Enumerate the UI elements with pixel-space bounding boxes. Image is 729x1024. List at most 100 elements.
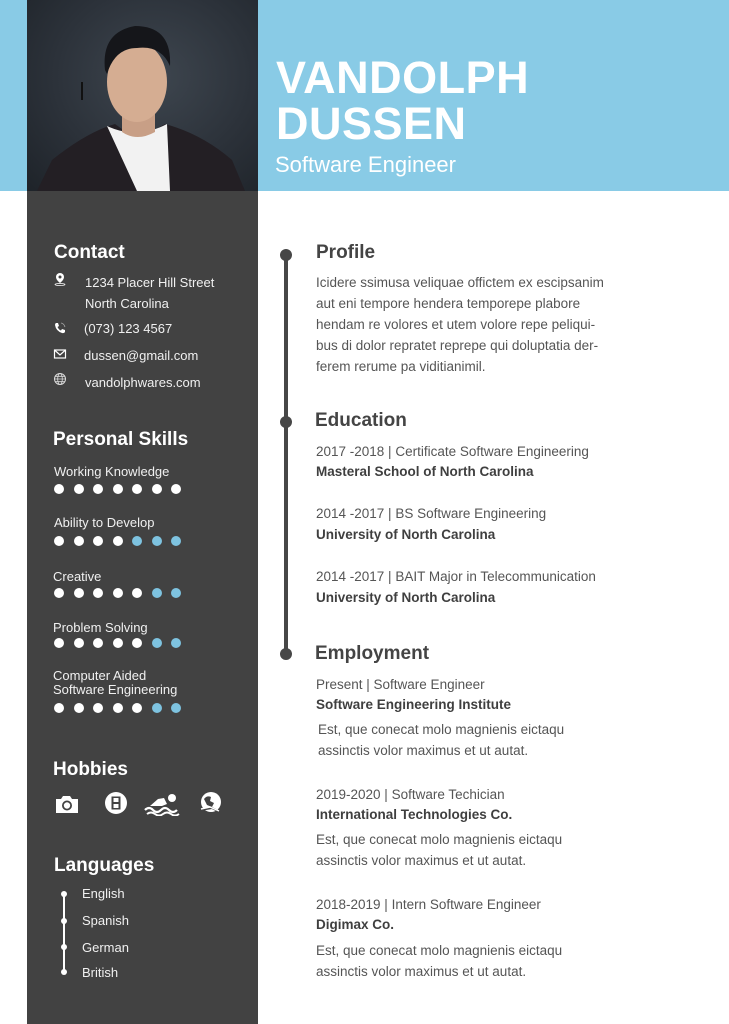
employment-company: Software Engineering Institute bbox=[316, 697, 512, 712]
skill-dot-filled bbox=[73, 484, 84, 494]
skill-label: Computer Aided Software Engineering bbox=[53, 669, 177, 697]
skill-dot-empty bbox=[151, 638, 162, 648]
skill-dot-filled bbox=[112, 703, 123, 713]
employment-description: Est, que conecat molo magnienis eictaqu … bbox=[318, 719, 564, 761]
language-item: Spanish bbox=[82, 913, 129, 928]
hobbies-heading: Hobbies bbox=[53, 759, 128, 780]
skill-dot-filled bbox=[151, 484, 162, 494]
timeline-dot-education bbox=[280, 416, 292, 428]
employment-heading: Employment bbox=[315, 643, 430, 664]
film-icon bbox=[105, 792, 127, 814]
skill-dot-filled bbox=[132, 484, 142, 494]
contact-address-line1: 1234 Placer Hill Street bbox=[85, 275, 215, 290]
profile-line: aut eni tempore hendera temporepe plabor… bbox=[316, 296, 581, 311]
skill-dot-filled bbox=[73, 588, 84, 598]
employment-description: Est, que conecat molo magnienis eictaqu … bbox=[316, 940, 562, 982]
education-heading: Education bbox=[315, 410, 407, 431]
skill-dot-filled bbox=[112, 536, 123, 546]
education-school: Masteral School of North Carolina bbox=[316, 464, 534, 479]
description-line: assinctis volor maximus et ut autat. bbox=[316, 853, 527, 868]
skill-dot-filled bbox=[54, 703, 64, 713]
language-bullet bbox=[60, 891, 67, 897]
name-first: VANDOLPH bbox=[276, 52, 530, 103]
skill-dot-empty bbox=[151, 588, 162, 598]
language-item: English bbox=[82, 886, 125, 901]
employment-period: 2019-2020 | Software Techician bbox=[316, 787, 505, 802]
skill-dot-filled bbox=[93, 484, 103, 494]
main-timeline bbox=[284, 255, 288, 655]
skill-dot-empty bbox=[151, 703, 162, 713]
skill-dot-empty bbox=[171, 703, 181, 713]
travel-globe-icon bbox=[199, 792, 221, 813]
skill-label-line: Computer Aided bbox=[53, 668, 147, 683]
skill-dot-filled bbox=[73, 703, 84, 713]
skills-heading: Personal Skills bbox=[53, 429, 189, 450]
mail-icon bbox=[53, 349, 67, 359]
employment-company: Digimax Co. bbox=[316, 917, 395, 932]
skill-dot-filled bbox=[132, 703, 142, 713]
contact-heading: Contact bbox=[54, 242, 125, 263]
skill-dot-filled bbox=[132, 638, 142, 648]
contact-website[interactable]: vandolphwares.com bbox=[85, 375, 201, 390]
education-school: University of North Carolina bbox=[316, 590, 496, 605]
skill-label-line: Software Engineering bbox=[53, 682, 178, 697]
skill-rating bbox=[54, 703, 181, 713]
profile-line: Icidere ssimusa veliquae offictem ex esc… bbox=[316, 275, 604, 290]
language-item: British bbox=[82, 965, 119, 980]
timeline-dot-employment bbox=[280, 648, 292, 660]
skill-dot-filled bbox=[54, 588, 64, 598]
skill-dot-empty bbox=[171, 638, 181, 648]
skill-dot-filled bbox=[93, 536, 103, 546]
contact-email[interactable]: dussen@gmail.com bbox=[84, 348, 198, 363]
language-item: German bbox=[82, 940, 129, 955]
swimming-icon bbox=[144, 794, 180, 816]
education-period: 2014 -2017 | BS Software Engineering bbox=[316, 506, 547, 521]
languages-timeline bbox=[63, 893, 65, 972]
skill-dot-filled bbox=[112, 638, 123, 648]
camera-icon bbox=[56, 796, 78, 813]
profile-line: bus di dolor repratet reprepe qui dolupt… bbox=[316, 338, 599, 353]
skill-dot-filled bbox=[73, 536, 84, 546]
profile-heading: Profile bbox=[316, 242, 376, 263]
description-line: assinctis volor maximus et ut autat. bbox=[316, 964, 527, 979]
skill-dot-empty bbox=[151, 536, 162, 546]
language-bullet bbox=[60, 944, 67, 950]
employment-description: Est, que conecat molo magnienis eictaqu … bbox=[316, 829, 562, 871]
skill-rating bbox=[54, 588, 181, 598]
skill-label: Creative bbox=[53, 569, 102, 584]
skill-dot-filled bbox=[93, 638, 103, 648]
contact-phone[interactable]: (073) 123 4567 bbox=[84, 321, 172, 336]
skill-rating bbox=[54, 484, 181, 494]
globe-icon bbox=[54, 373, 66, 385]
skill-label: Problem Solving bbox=[53, 620, 148, 635]
skill-dot-filled bbox=[73, 638, 84, 648]
profile-line: hendam re volores et utem volore repe pe… bbox=[316, 317, 596, 332]
skill-dot-filled bbox=[93, 588, 103, 598]
skill-dot-filled bbox=[54, 536, 64, 546]
description-line: Est, que conecat molo magnienis eictaqu bbox=[316, 832, 563, 847]
skill-dot-empty bbox=[171, 588, 181, 598]
skill-dot-filled bbox=[93, 703, 103, 713]
timeline-dot-profile bbox=[280, 249, 292, 261]
education-period: 2014 -2017 | BAIT Major in Telecommunica… bbox=[316, 569, 596, 584]
skill-dot-filled bbox=[112, 484, 123, 494]
language-bullet bbox=[60, 969, 67, 975]
profile-photo bbox=[27, 0, 258, 191]
skill-dot-filled bbox=[54, 484, 64, 494]
education-school: University of North Carolina bbox=[316, 527, 496, 542]
job-title: Software Engineer bbox=[275, 152, 456, 177]
skill-label: Ability to Develop bbox=[54, 515, 155, 530]
contact-address-line2: North Carolina bbox=[85, 296, 169, 311]
description-line: Est, que conecat molo magnienis eictaqu bbox=[318, 722, 565, 737]
name-last: DUSSEN bbox=[276, 98, 467, 149]
skill-dot-filled bbox=[171, 484, 181, 494]
skill-dot-filled bbox=[132, 588, 142, 598]
languages-heading: Languages bbox=[54, 855, 155, 876]
phone-icon bbox=[55, 322, 66, 334]
profile-line: ferem rerume pa viditianimil. bbox=[316, 359, 486, 374]
education-period: 2017 -2018 | Certificate Software Engine… bbox=[316, 444, 589, 459]
skill-dot-filled bbox=[112, 588, 123, 598]
language-bullet bbox=[60, 918, 67, 924]
skill-dot-filled bbox=[54, 638, 64, 648]
location-pin-icon bbox=[54, 273, 66, 286]
